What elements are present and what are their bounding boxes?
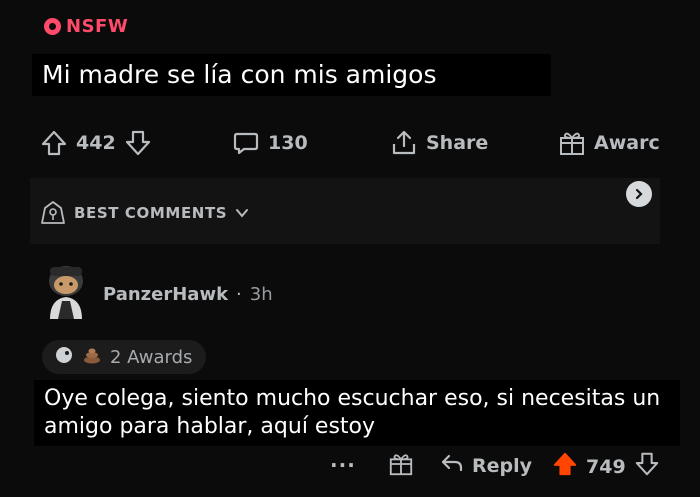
nsfw-tag: NSFW bbox=[44, 16, 128, 37]
awards-pill[interactable]: 2 Awards bbox=[42, 340, 207, 374]
upvote-icon[interactable] bbox=[552, 451, 578, 482]
share-icon bbox=[390, 129, 418, 157]
comment-caption: Oye colega, siento mucho escuchar eso, s… bbox=[34, 380, 680, 446]
share-label: Share bbox=[426, 132, 489, 154]
downvote-icon[interactable] bbox=[634, 451, 660, 482]
awards-label: 2 Awards bbox=[110, 346, 193, 368]
vote-control: 442 bbox=[40, 129, 152, 157]
meta-separator: · bbox=[236, 284, 242, 305]
expand-button[interactable] bbox=[626, 181, 652, 207]
sort-dropdown[interactable]: BEST COMMENTS bbox=[40, 200, 249, 226]
comment-time: 3h bbox=[249, 284, 273, 305]
upvote-count: 442 bbox=[76, 132, 116, 154]
post-title-caption: Mi madre se lía con mis amigos bbox=[32, 54, 551, 96]
gift-icon bbox=[388, 451, 414, 482]
reply-label: Reply bbox=[472, 454, 533, 477]
more-options-button[interactable]: ··· bbox=[330, 453, 356, 477]
award-button[interactable]: Awarc bbox=[558, 129, 660, 157]
gift-icon bbox=[558, 129, 586, 157]
sort-label: BEST COMMENTS bbox=[74, 204, 228, 222]
comment-meta: PanzerHawk · 3h bbox=[103, 284, 273, 305]
reply-icon bbox=[440, 451, 464, 480]
upvote-icon[interactable] bbox=[40, 129, 68, 157]
award-poop-icon bbox=[82, 345, 102, 370]
shield-icon bbox=[40, 200, 66, 226]
post-action-bar: 442 130 Share Awarc bbox=[40, 125, 700, 163]
chevron-down-icon bbox=[235, 206, 249, 220]
comment-action-bar: ··· Reply 749 bbox=[330, 451, 700, 485]
downvote-icon[interactable] bbox=[124, 129, 152, 157]
comment-award-button[interactable] bbox=[388, 451, 414, 482]
comment-vote-count: 749 bbox=[586, 455, 626, 478]
comment-icon bbox=[232, 129, 260, 157]
share-button[interactable]: Share bbox=[390, 129, 488, 157]
reddit-post-screenshot: NSFW Mi madre se lía con mis amigos 442 … bbox=[0, 0, 700, 497]
comment-sort-bar: BEST COMMENTS bbox=[30, 178, 660, 244]
comment-author[interactable]: PanzerHawk bbox=[103, 284, 228, 305]
avatar[interactable] bbox=[42, 261, 90, 319]
award-label: Awarc bbox=[594, 132, 660, 154]
comments-button[interactable]: 130 bbox=[232, 129, 308, 157]
nsfw-icon bbox=[44, 18, 61, 35]
chevron-right-icon bbox=[633, 185, 645, 204]
award-silver-icon bbox=[54, 345, 74, 370]
comment-count: 130 bbox=[268, 132, 308, 154]
nsfw-label: NSFW bbox=[66, 16, 129, 37]
reply-button[interactable]: Reply bbox=[440, 451, 532, 480]
comment-vote-control: 749 bbox=[552, 451, 660, 482]
